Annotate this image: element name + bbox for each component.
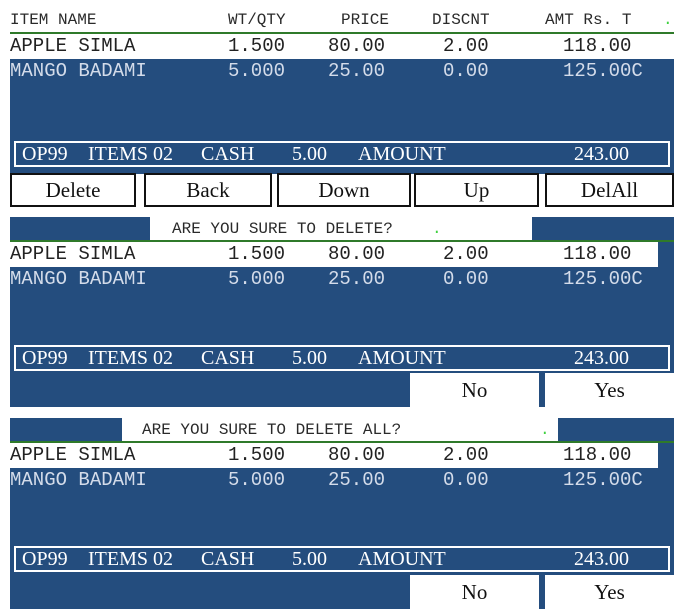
header-price: PRICE: [341, 11, 390, 29]
confirm-delete-message: ARE YOU SURE TO DELETE?: [172, 220, 393, 238]
up-button[interactable]: Up: [414, 173, 539, 207]
column-header-row: ITEM NAME WT/QTY PRICE DISCNT AMT Rs. T …: [10, 8, 674, 34]
confirm-delete-prompt-row: ARE YOU SURE TO DELETE? .: [10, 217, 674, 242]
no-button[interactable]: No: [410, 575, 539, 609]
item-qty: 5.000: [228, 60, 286, 82]
table-row[interactable]: APPLE SIMLA 1.500 80.00 2.00 118.00: [10, 242, 658, 267]
operator-id: OP99: [22, 347, 68, 369]
item-amount: 125.00C: [563, 469, 643, 491]
summary-bar: OP99 ITEMS 02 CASH 5.00 AMOUNT 243.00: [14, 345, 670, 371]
payment-mode: CASH: [201, 143, 255, 165]
item-discount: 2.00: [443, 444, 489, 466]
summary-bar: OP99 ITEMS 02 CASH 5.00 AMOUNT 243.00: [14, 546, 670, 572]
item-discount: 0.00: [443, 469, 489, 491]
payment-value: 5.00: [292, 347, 327, 369]
back-button[interactable]: Back: [144, 173, 272, 207]
header-amount: AMT Rs. T: [545, 11, 632, 29]
item-price: 25.00: [328, 469, 386, 491]
yes-button[interactable]: Yes: [545, 575, 674, 609]
payment-value: 5.00: [292, 548, 327, 570]
payment-mode: CASH: [201, 347, 255, 369]
delete-all-button[interactable]: DelAll: [545, 173, 674, 207]
table-row[interactable]: MANGO BADAMI 5.000 25.00 0.00 125.00C: [10, 59, 674, 84]
confirm-button-bar: No Yes: [10, 575, 674, 609]
item-discount: 2.00: [443, 243, 489, 265]
item-amount: 125.00C: [563, 268, 643, 290]
item-price: 80.00: [328, 35, 386, 57]
amount-total: 243.00: [574, 143, 629, 165]
item-amount: 118.00: [563, 35, 632, 57]
item-price: 25.00: [328, 60, 386, 82]
items-count: ITEMS 02: [88, 143, 173, 165]
table-row[interactable]: APPLE SIMLA 1.500 80.00 2.00 118.00: [10, 443, 658, 468]
amount-total: 243.00: [574, 548, 629, 570]
header-discount: DISCNT: [432, 11, 490, 29]
item-qty: 5.000: [228, 469, 286, 491]
item-name: MANGO BADAMI: [10, 268, 147, 290]
confirm-delete-all-message: ARE YOU SURE TO DELETE ALL?: [142, 421, 402, 439]
header-dot: .: [663, 11, 673, 29]
item-qty: 5.000: [228, 268, 286, 290]
item-name: APPLE SIMLA: [10, 35, 136, 57]
items-count: ITEMS 02: [88, 347, 173, 369]
confirm-delete-all-panel: ARE YOU SURE TO DELETE ALL? . APPLE SIML…: [10, 418, 674, 609]
item-amount: 125.00C: [563, 60, 643, 82]
amount-total: 243.00: [574, 347, 629, 369]
prompt-dot: .: [540, 421, 550, 439]
delete-button[interactable]: Delete: [10, 173, 136, 207]
item-price: 80.00: [328, 444, 386, 466]
item-name: MANGO BADAMI: [10, 469, 147, 491]
action-button-bar: Delete Back Down Up DelAll: [10, 173, 674, 207]
item-price: 25.00: [328, 268, 386, 290]
header-item-name: ITEM NAME: [10, 11, 97, 29]
operator-id: OP99: [22, 548, 68, 570]
item-price: 80.00: [328, 243, 386, 265]
item-qty: 1.500: [228, 444, 286, 466]
item-qty: 1.500: [228, 243, 286, 265]
down-button[interactable]: Down: [277, 173, 411, 207]
items-count: ITEMS 02: [88, 548, 173, 570]
item-name: MANGO BADAMI: [10, 60, 147, 82]
item-name: APPLE SIMLA: [10, 243, 136, 265]
item-discount: 0.00: [443, 268, 489, 290]
confirm-delete-panel: ARE YOU SURE TO DELETE? . APPLE SIMLA 1.…: [10, 217, 674, 407]
operator-id: OP99: [22, 143, 68, 165]
item-qty: 1.500: [228, 35, 286, 57]
item-discount: 0.00: [443, 60, 489, 82]
yes-button[interactable]: Yes: [545, 373, 674, 407]
item-name: APPLE SIMLA: [10, 444, 136, 466]
amount-label: AMOUNT: [358, 143, 446, 165]
item-list-panel: ITEM NAME WT/QTY PRICE DISCNT AMT Rs. T …: [10, 8, 674, 208]
table-row[interactable]: MANGO BADAMI 5.000 25.00 0.00 125.00C: [10, 468, 674, 493]
summary-bar: OP99 ITEMS 02 CASH 5.00 AMOUNT 243.00: [14, 141, 670, 167]
item-amount: 118.00: [563, 444, 632, 466]
confirm-button-bar: No Yes: [10, 373, 674, 407]
confirm-delete-all-prompt-row: ARE YOU SURE TO DELETE ALL? .: [10, 418, 674, 443]
payment-mode: CASH: [201, 548, 255, 570]
payment-value: 5.00: [292, 143, 327, 165]
table-row[interactable]: MANGO BADAMI 5.000 25.00 0.00 125.00C: [10, 267, 674, 292]
amount-label: AMOUNT: [358, 548, 446, 570]
item-discount: 2.00: [443, 35, 489, 57]
amount-label: AMOUNT: [358, 347, 446, 369]
header-wt-qty: WT/QTY: [228, 11, 286, 29]
item-amount: 118.00: [563, 243, 632, 265]
no-button[interactable]: No: [410, 373, 539, 407]
prompt-dot: .: [432, 220, 442, 238]
table-row[interactable]: APPLE SIMLA 1.500 80.00 2.00 118.00: [10, 34, 658, 59]
